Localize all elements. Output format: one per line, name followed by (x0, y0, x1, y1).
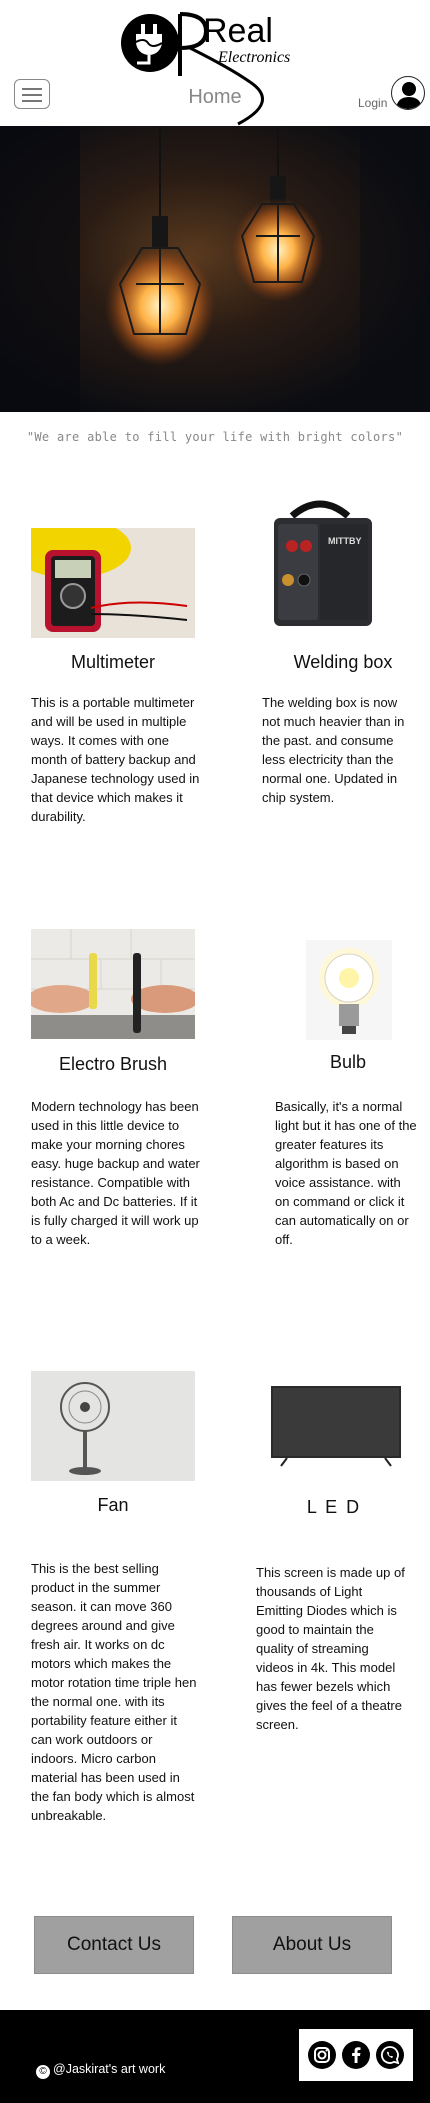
led-tv-image (269, 1384, 403, 1468)
facebook-icon[interactable] (342, 2041, 370, 2069)
electro-brush-image (31, 929, 195, 1039)
product-name-bulb: Bulb (329, 1052, 367, 1072)
bulb-image (306, 940, 392, 1040)
footer-credit: © @Jaskirat's art work (36, 2062, 165, 2079)
copyright-icon: © (36, 2065, 50, 2079)
page-title: Home (188, 86, 242, 108)
social-links (299, 2029, 413, 2081)
product-desc-welding-box: The welding box is now not much heavier … (262, 695, 405, 805)
whatsapp-icon[interactable] (376, 2041, 404, 2069)
tagline: "We are able to fill your life with brig… (26, 430, 404, 444)
product-name-led: L E D (306, 1497, 362, 1517)
hanging-bulbs-image (0, 126, 430, 412)
menu-bar (22, 100, 42, 102)
menu-bar (22, 88, 42, 90)
logo-text-main: Real (203, 12, 273, 50)
welding-box-image: MITTBY (262, 494, 378, 636)
product-desc-led: This screen is made up of thousands of L… (256, 1565, 405, 1732)
multimeter-image (31, 528, 195, 638)
product-desc-bulb: Basically, it's a normal light but it ha… (275, 1099, 417, 1247)
svg-text:MITTBY: MITTBY (328, 536, 362, 546)
menu-bar (22, 94, 42, 96)
product-desc-multimeter: This is a portable multimeter and will b… (31, 695, 200, 824)
site-header: Real Electronics Home Login (0, 0, 430, 126)
product-desc-fan: This is the best selling product in the … (31, 1561, 197, 1823)
instagram-icon[interactable] (308, 2041, 336, 2069)
contact-us-button[interactable]: Contact Us (34, 1916, 194, 1974)
product-desc-electro-brush: Modern technology has been used in this … (31, 1099, 200, 1247)
user-avatar-icon[interactable] (391, 76, 425, 110)
hamburger-menu-button[interactable] (14, 79, 50, 109)
product-name-fan: Fan (97, 1495, 129, 1515)
about-us-button[interactable]: About Us (232, 1916, 392, 1974)
product-name-welding-box: Welding box (293, 652, 393, 672)
product-name-multimeter: Multimeter (70, 652, 155, 672)
credit-text: @Jaskirat's art work (53, 2062, 166, 2076)
login-link[interactable]: Login (358, 96, 387, 110)
hero-banner (0, 126, 430, 412)
logo-text-sub: Electronics (217, 49, 290, 66)
fan-image (31, 1371, 195, 1481)
product-name-electro-brush: Electro Brush (58, 1054, 168, 1074)
